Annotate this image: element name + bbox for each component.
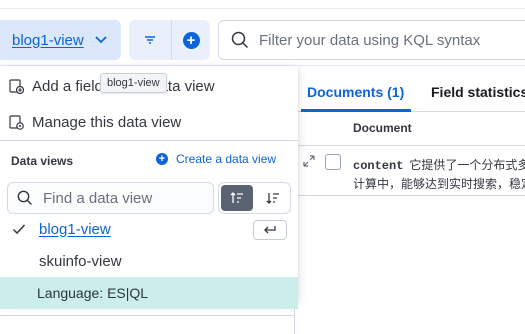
table-header-divider <box>295 145 525 146</box>
create-data-view-label: Create a data view <box>176 152 277 166</box>
language-label: Language: ES|QL <box>37 285 149 301</box>
add-field-icon <box>9 78 24 94</box>
create-data-view-link[interactable]: + Create a data view <box>156 152 276 166</box>
data-view-popover: Add a field to this data view Manage thi… <box>0 66 298 309</box>
active-tab-indicator <box>301 109 411 112</box>
sort-descending-button[interactable] <box>257 185 289 211</box>
document-field-value: 它提供了一个分布式多 <box>409 158 525 172</box>
plus-circle-icon: + <box>156 153 168 165</box>
search-icon <box>17 190 32 205</box>
filter-icon <box>145 36 155 44</box>
row-select-checkbox[interactable] <box>325 154 341 170</box>
table-row: content 它提供了一个分布式多 <box>353 156 525 173</box>
add-filter-button[interactable]: + <box>171 20 210 60</box>
tab-documents[interactable]: Documents (1) <box>307 84 404 100</box>
table-row-divider <box>295 195 525 196</box>
document-field-key: content <box>353 159 404 173</box>
tab-field-statistics[interactable]: Field statistics <box>431 84 525 100</box>
sort-descending-icon <box>266 193 279 204</box>
sort-ascending-icon <box>230 192 243 203</box>
find-data-view-placeholder: Find a data view <box>43 189 153 207</box>
find-data-view-input[interactable]: Find a data view <box>7 182 214 214</box>
sort-ascending-button[interactable] <box>221 185 253 211</box>
expand-icon[interactable] <box>302 154 316 168</box>
data-view-picker-button[interactable]: blog1-view <box>0 20 121 60</box>
data-view-option-skuinfo[interactable]: skuinfo-view <box>0 245 298 277</box>
document-column-header: Document <box>353 121 412 135</box>
sidebar-bottom-divider <box>0 315 295 316</box>
document-field-value-continued: 计算中，能够达到实时搜索，稳定 <box>353 177 525 191</box>
return-key-icon <box>264 226 276 234</box>
data-view-tooltip: blog1-view <box>100 73 167 93</box>
manage-data-view-menu-item[interactable]: Manage this data view <box>0 105 298 139</box>
plus-circle-icon: + <box>182 31 200 49</box>
enter-key-badge <box>253 220 287 240</box>
query-input[interactable]: Filter your data using KQL syntax <box>218 20 525 60</box>
query-placeholder: Filter your data using KQL syntax <box>259 31 481 49</box>
data-view-option-label: skuinfo-view <box>39 252 122 270</box>
menu-separator <box>0 140 298 141</box>
search-icon <box>231 31 249 49</box>
manage-data-view-label: Manage this data view <box>32 113 182 131</box>
language-esql-footer[interactable]: Language: ES|QL <box>0 277 298 309</box>
header-divider <box>0 8 525 9</box>
data-view-picker-label: blog1-view <box>12 31 84 49</box>
check-icon <box>12 224 26 235</box>
data-views-heading: Data views <box>11 154 74 168</box>
filter-menu-button[interactable] <box>129 20 171 60</box>
chevron-down-icon <box>94 33 108 47</box>
manage-settings-icon <box>9 114 24 130</box>
sort-toggle-group <box>218 182 291 214</box>
data-view-option-label: blog1-view <box>39 220 111 238</box>
